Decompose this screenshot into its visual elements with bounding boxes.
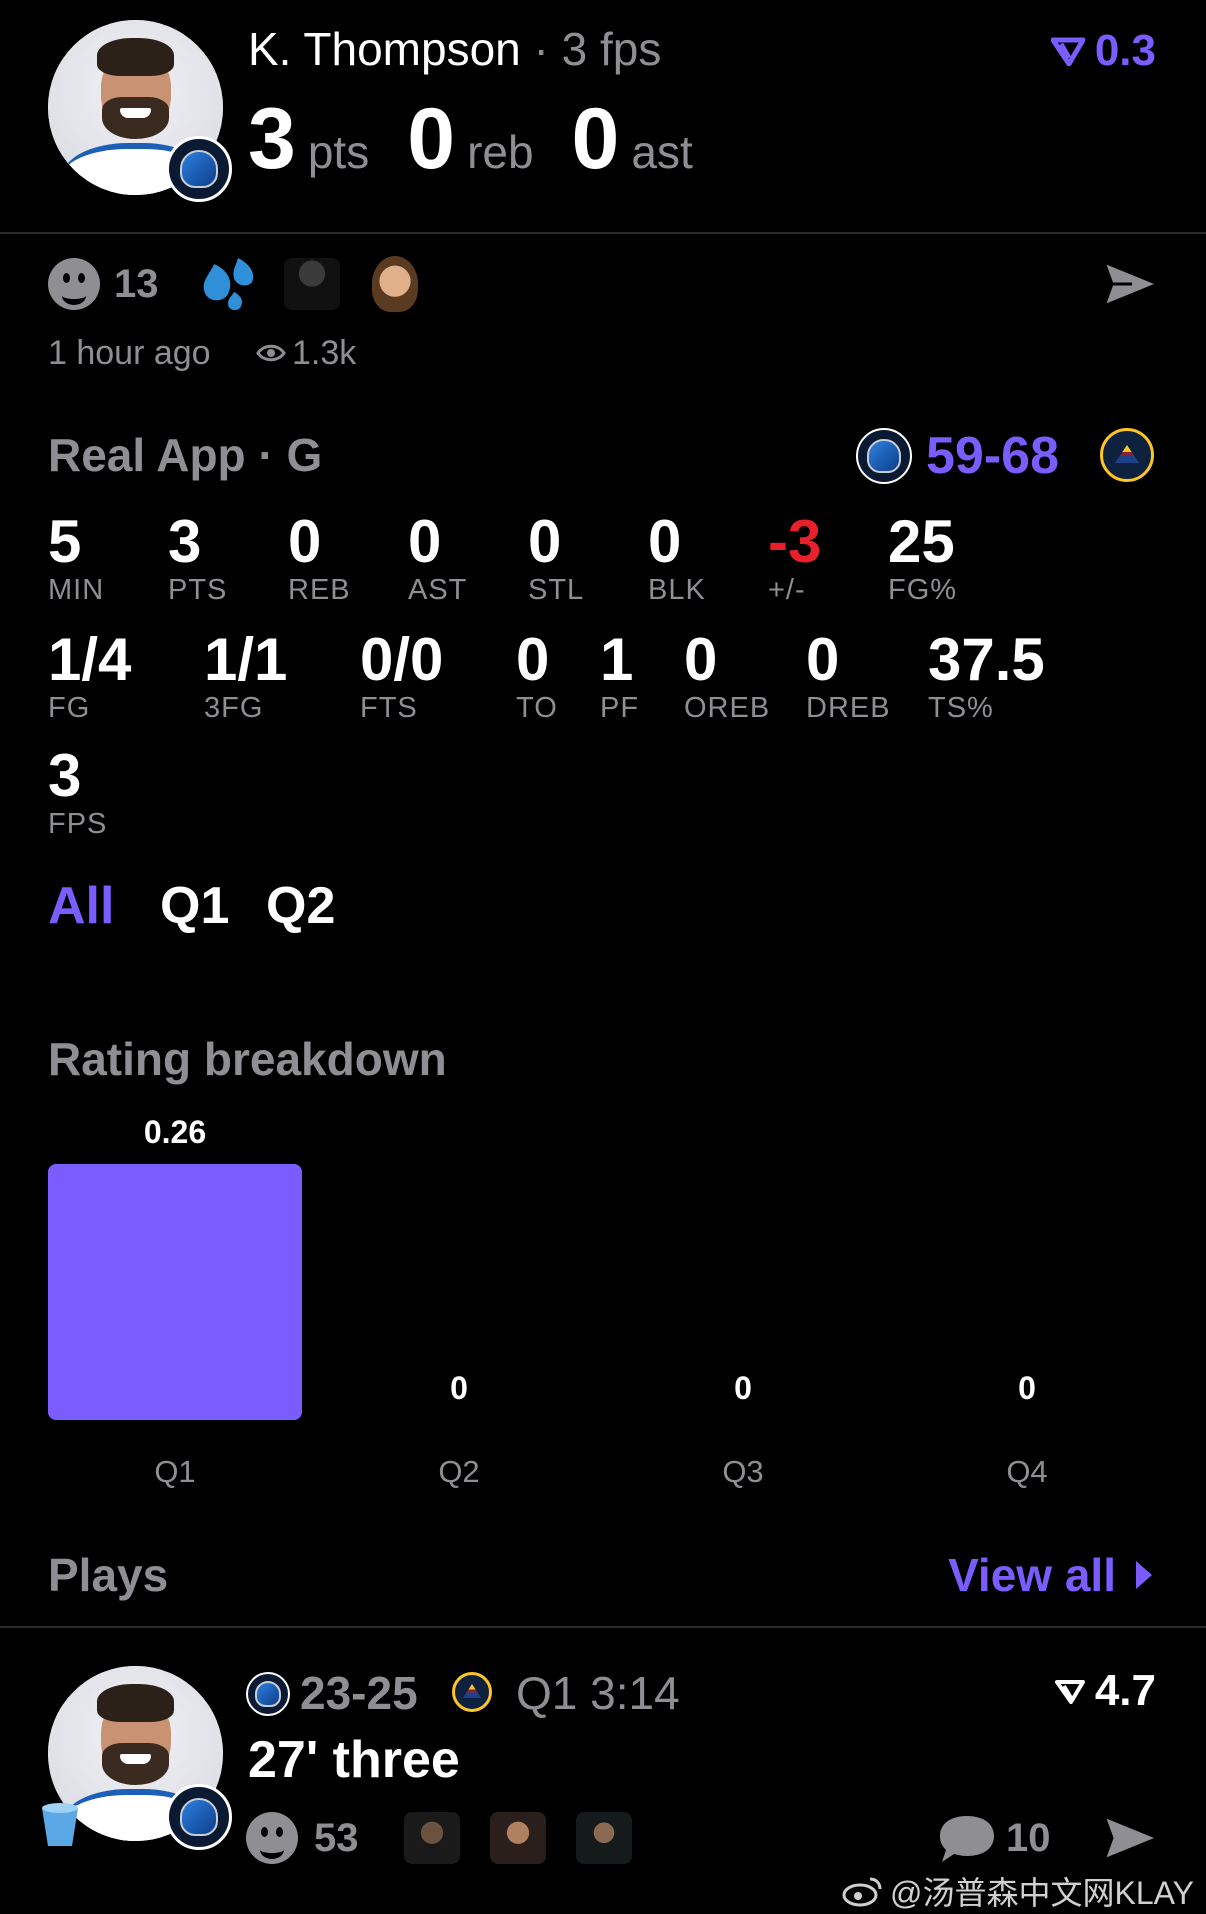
sweat-drops-reaction-icon[interactable] bbox=[198, 256, 258, 312]
stat-value--: -3 bbox=[768, 508, 822, 575]
smiley-reaction-icon[interactable] bbox=[48, 258, 100, 310]
stat-value-ts-: 37.5 bbox=[928, 626, 1045, 693]
game-source: Real App · G bbox=[48, 429, 323, 481]
stat-value-to: 0 bbox=[516, 626, 550, 693]
play-rating: 4.7 bbox=[1054, 1666, 1156, 1716]
bar-value-q3: 0 bbox=[734, 1370, 752, 1406]
header-divider bbox=[0, 232, 1206, 234]
plays-title: Plays bbox=[48, 1549, 169, 1601]
stat-label-ast: AST bbox=[408, 574, 468, 606]
nuggets-team-icon[interactable] bbox=[1100, 428, 1154, 482]
stat-value-reb: 0 bbox=[288, 508, 322, 575]
bar-label-q3: Q3 bbox=[722, 1454, 764, 1489]
bar-label-q1: Q1 bbox=[154, 1454, 196, 1489]
play-reaction-thumb-1-icon[interactable] bbox=[404, 1812, 460, 1864]
stat-label-fg: FG bbox=[48, 692, 91, 724]
stat-label-reb: REB bbox=[288, 574, 351, 606]
pts-value: 3 bbox=[248, 91, 296, 187]
ast-value: 0 bbox=[571, 91, 620, 187]
stat-label-fts: FTS bbox=[360, 692, 418, 724]
play-mavericks-icon bbox=[246, 1672, 290, 1716]
stat-value-fts: 0/0 bbox=[360, 626, 444, 693]
time-ago: 1 hour ago bbox=[48, 334, 211, 372]
reaction-count: 13 bbox=[114, 262, 159, 306]
stat-value-blk: 0 bbox=[648, 508, 682, 575]
stat-value-dreb: 0 bbox=[806, 626, 840, 693]
watermark: @汤普森中文网KLAY bbox=[842, 1868, 1194, 1914]
mavericks-team-icon[interactable] bbox=[856, 428, 912, 484]
views-eye-icon bbox=[256, 344, 286, 362]
comment-bubble-icon[interactable] bbox=[938, 1812, 996, 1864]
play-score: 23-25 bbox=[300, 1667, 418, 1719]
rating-breakdown-title: Rating breakdown bbox=[48, 1033, 447, 1085]
stat-label-min: MIN bbox=[48, 574, 105, 606]
stat-label-pts: PTS bbox=[168, 574, 228, 606]
stat-label-oreb: OREB bbox=[684, 692, 771, 724]
reb-value: 0 bbox=[407, 91, 456, 187]
bar-value-q4: 0 bbox=[1018, 1370, 1036, 1406]
stat-label-to: TO bbox=[516, 692, 558, 724]
stat-value-fg: 1/4 bbox=[48, 626, 132, 693]
stat-value-stl: 0 bbox=[528, 508, 562, 575]
stat-label-fps: FPS bbox=[48, 808, 108, 840]
stat-value-3fg: 1/1 bbox=[204, 626, 288, 693]
stat-value-pts: 3 bbox=[168, 508, 202, 575]
pts-label: pts bbox=[307, 126, 370, 178]
stat-value-fg-: 25 bbox=[888, 508, 955, 575]
bar-q1[interactable] bbox=[48, 1164, 302, 1420]
reb-label: reb bbox=[467, 126, 534, 178]
play-nuggets-icon bbox=[452, 1672, 492, 1712]
stat-value-ast: 0 bbox=[408, 508, 442, 575]
stat-label-fg-: FG% bbox=[888, 574, 958, 606]
bar-value-q2: 0 bbox=[450, 1370, 468, 1406]
play-comment-count: 10 bbox=[1006, 1816, 1051, 1860]
tab-all[interactable]: All bbox=[48, 876, 114, 936]
stat-label-stl: STL bbox=[528, 574, 585, 606]
stat-value-fps: 3 bbox=[48, 742, 82, 809]
game-score[interactable]: 59-68 bbox=[926, 426, 1059, 486]
play-smiley-reaction-icon[interactable] bbox=[246, 1812, 298, 1864]
play-reaction-thumb-2-icon[interactable] bbox=[490, 1812, 546, 1864]
stat-label-ts-: TS% bbox=[928, 692, 994, 724]
tab-q1[interactable]: Q1 bbox=[160, 876, 229, 936]
rating-change: 0.3 bbox=[1050, 26, 1156, 76]
stat-label-3fg: 3FG bbox=[204, 692, 264, 724]
player-title-line: K. Thompson · 3 fps bbox=[248, 23, 662, 75]
player-fps: 3 fps bbox=[561, 23, 662, 75]
ast-label: ast bbox=[631, 126, 693, 178]
stat-label-pf: PF bbox=[600, 692, 640, 724]
chevron-right-icon bbox=[1136, 1561, 1152, 1589]
tab-q2[interactable]: Q2 bbox=[266, 876, 335, 936]
stat-value-oreb: 0 bbox=[684, 626, 718, 693]
stat-label--: +/- bbox=[768, 574, 806, 606]
play-share-icon[interactable] bbox=[1102, 1812, 1160, 1864]
bar-label-q4: Q4 bbox=[1006, 1454, 1048, 1489]
view-all-link[interactable]: View all bbox=[948, 1548, 1154, 1602]
stat-label-blk: BLK bbox=[648, 574, 706, 606]
share-icon[interactable] bbox=[1102, 258, 1160, 310]
rating-arrow-icon bbox=[1050, 37, 1085, 66]
stat-label-dreb: DREB bbox=[806, 692, 891, 724]
player-face-reaction-icon[interactable] bbox=[372, 256, 418, 312]
player-name[interactable]: K. Thompson bbox=[248, 23, 521, 75]
bar-value-q1: 0.26 bbox=[143, 1114, 207, 1150]
plays-divider bbox=[0, 1626, 1206, 1628]
stat-value-min: 5 bbox=[48, 508, 82, 575]
play-reaction-count: 53 bbox=[314, 1816, 359, 1860]
play-reaction-thumb-3-icon[interactable] bbox=[576, 1812, 632, 1864]
bar-label-q2: Q2 bbox=[438, 1454, 480, 1489]
headline-stats: 3 pts 0 reb 0 ast bbox=[248, 90, 693, 189]
play-rating-arrow-icon bbox=[1054, 1680, 1085, 1704]
play-mavericks-logo-icon bbox=[166, 1784, 232, 1850]
views-count: 1.3k bbox=[292, 334, 357, 372]
nets-player-reaction-icon[interactable] bbox=[284, 258, 340, 310]
play-clock: Q1 3:14 bbox=[516, 1667, 680, 1719]
stat-value-pf: 1 bbox=[600, 626, 634, 693]
play-description[interactable]: 27' three bbox=[248, 1730, 460, 1790]
bucket-icon bbox=[42, 1803, 78, 1846]
weibo-logo-icon bbox=[842, 1877, 882, 1907]
mavericks-logo-icon bbox=[166, 136, 232, 202]
